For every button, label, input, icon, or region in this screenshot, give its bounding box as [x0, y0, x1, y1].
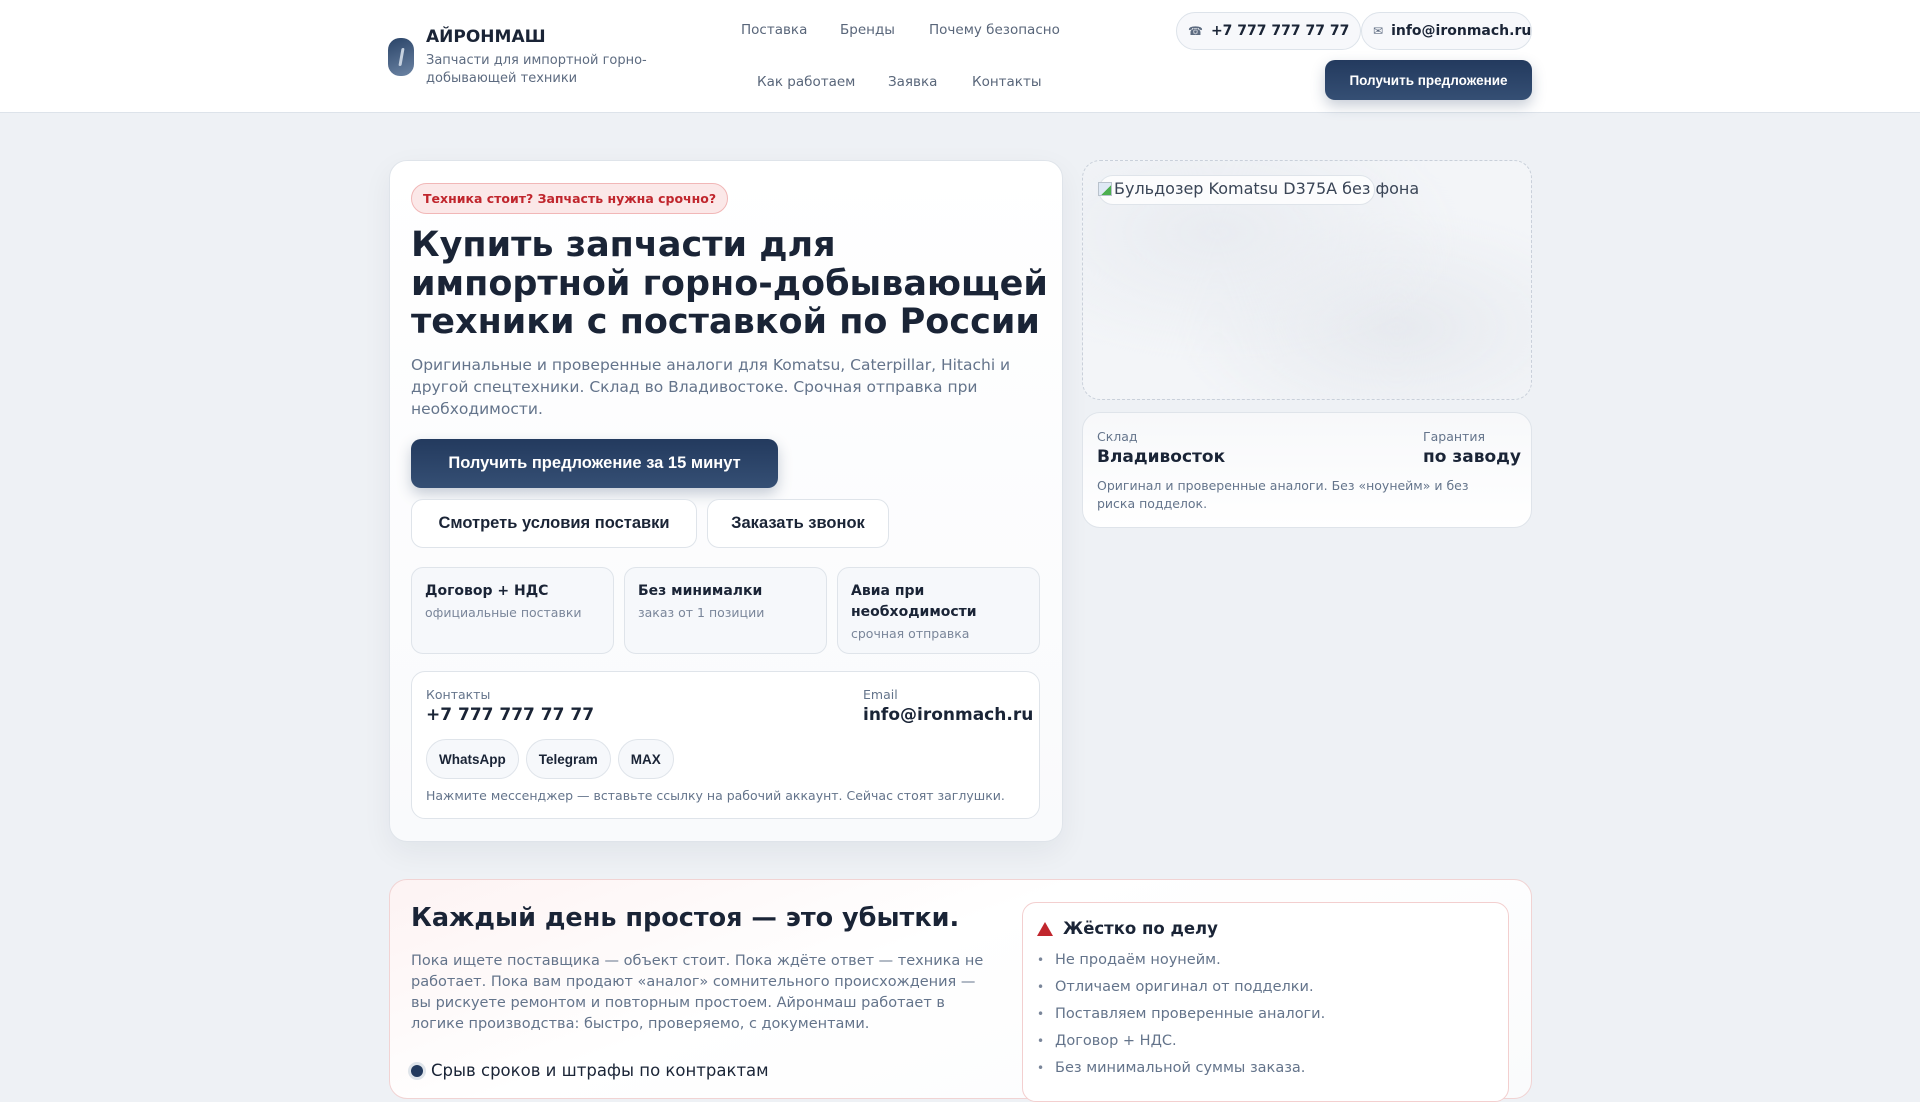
header-email: info@ironmach.ru — [1391, 23, 1532, 39]
warranty-value: по заводу — [1423, 447, 1521, 467]
image-alt-text: Бульдозер Komatsu D375A без фона — [1114, 179, 1420, 198]
feature-card: Без минималки заказ от 1 позиции — [624, 567, 827, 654]
feature-sub: официальные поставки — [425, 605, 582, 620]
logo-icon[interactable] — [388, 38, 414, 76]
feature-card: Авиа при необходимости срочная отправка — [837, 567, 1040, 654]
nav-why-safe[interactable]: Почему безопасно — [929, 22, 1060, 38]
telegram-button[interactable]: Telegram — [525, 739, 611, 779]
header-phone: +7 777 777 77 77 — [1210, 23, 1350, 39]
contacts-label: Контакты — [426, 687, 491, 702]
email-icon: ✉ — [1373, 24, 1384, 38]
nav-contacts[interactable]: Контакты — [972, 74, 1041, 90]
hero-lead: Оригинальные и проверенные аналоги для K… — [411, 356, 1011, 418]
risk-item: Срыв сроков и штрафы по контрактам — [411, 1061, 769, 1080]
risk-text: Срыв сроков и штрафы по контрактам — [431, 1061, 769, 1080]
whatsapp-button[interactable]: WhatsApp — [426, 739, 519, 779]
feature-title: Авиа при необходимости — [851, 583, 977, 620]
stock-label: Склад — [1097, 429, 1138, 444]
delivery-terms-button[interactable]: Смотреть условия поставки — [411, 499, 697, 548]
nav-how-we-work[interactable]: Как работаем — [757, 74, 855, 90]
nav-request[interactable]: Заявка — [888, 74, 937, 90]
feature-title: Без минималки — [638, 583, 763, 599]
warning-triangle-icon — [1037, 921, 1053, 936]
messenger-note: Нажмите мессенджер — вставьте ссылку на … — [426, 788, 1005, 803]
warranty-label: Гарантия — [1423, 429, 1485, 444]
feature-sub: срочная отправка — [851, 626, 970, 641]
hero-title: Купить запчасти для импортной горно-добы… — [411, 225, 1048, 342]
brand-tagline: Запчасти для импортной горно-добывающей … — [426, 53, 647, 86]
phone-icon: ☎ — [1188, 24, 1203, 38]
contacts-phone[interactable]: +7 777 777 77 77 — [426, 705, 594, 725]
contacts-email[interactable]: info@ironmach.ru — [863, 705, 1033, 725]
hard-facts-box: Жёстко по делу Не продаём ноунейм. Отлич… — [1022, 902, 1509, 1102]
list-item: Поставляем проверенные аналоги. — [1023, 1001, 1325, 1028]
list-item: Отличаем оригинал от подделки. — [1023, 974, 1325, 1001]
header-email-link[interactable]: ✉ info@ironmach.ru — [1361, 12, 1532, 50]
feature-sub: заказ от 1 позиции — [638, 605, 765, 620]
stock-value: Владивосток — [1097, 447, 1226, 467]
email-label: Email — [863, 687, 898, 702]
site-header: АЙРОНМАШ Запчасти для импортной горно-до… — [0, 0, 1920, 113]
bullet-dot-icon — [411, 1064, 423, 1077]
downtime-title: Каждый день простоя — это убытки. — [411, 903, 960, 933]
nav-delivery[interactable]: Поставка — [741, 22, 807, 38]
broken-image-icon — [1098, 181, 1112, 196]
header-phone-link[interactable]: ☎ +7 777 777 77 77 — [1176, 12, 1362, 50]
downtime-text: Пока ищете поставщика — объект стоит. По… — [411, 953, 984, 1032]
request-call-button[interactable]: Заказать звонок — [707, 499, 889, 548]
max-button[interactable]: MAX — [617, 739, 674, 779]
hard-facts-title: Жёстко по делу — [1063, 919, 1218, 938]
broken-image: Бульдозер Komatsu D375A без фона — [1098, 179, 1419, 198]
feature-title: Договор + НДС — [425, 583, 549, 599]
contacts-card: Контакты +7 777 777 77 77 Email info@iro… — [411, 671, 1040, 819]
list-item: Не продаём ноунейм. — [1023, 947, 1325, 974]
nav-brands[interactable]: Бренды — [840, 22, 895, 38]
list-item: Договор + НДС. — [1023, 1028, 1325, 1055]
bulldozer-image: Бульдозер Komatsu D375A без фона — [1082, 160, 1532, 400]
brand-name[interactable]: АЙРОНМАШ — [426, 27, 546, 47]
list-item: Без минимальной суммы заказа. — [1023, 1055, 1325, 1082]
stock-info-card: Склад Владивосток Гарантия по заводу Ори… — [1082, 412, 1532, 528]
get-offer-button[interactable]: Получить предложение — [1325, 60, 1532, 100]
urgent-badge: Техника стоит? Запчасть нужна срочно? — [411, 183, 729, 214]
stock-note: Оригинал и проверенные аналоги. Без «ноу… — [1097, 478, 1469, 511]
get-offer-15min-button[interactable]: Получить предложение за 15 минут — [411, 439, 778, 488]
feature-card: Договор + НДС официальные поставки — [411, 567, 614, 654]
